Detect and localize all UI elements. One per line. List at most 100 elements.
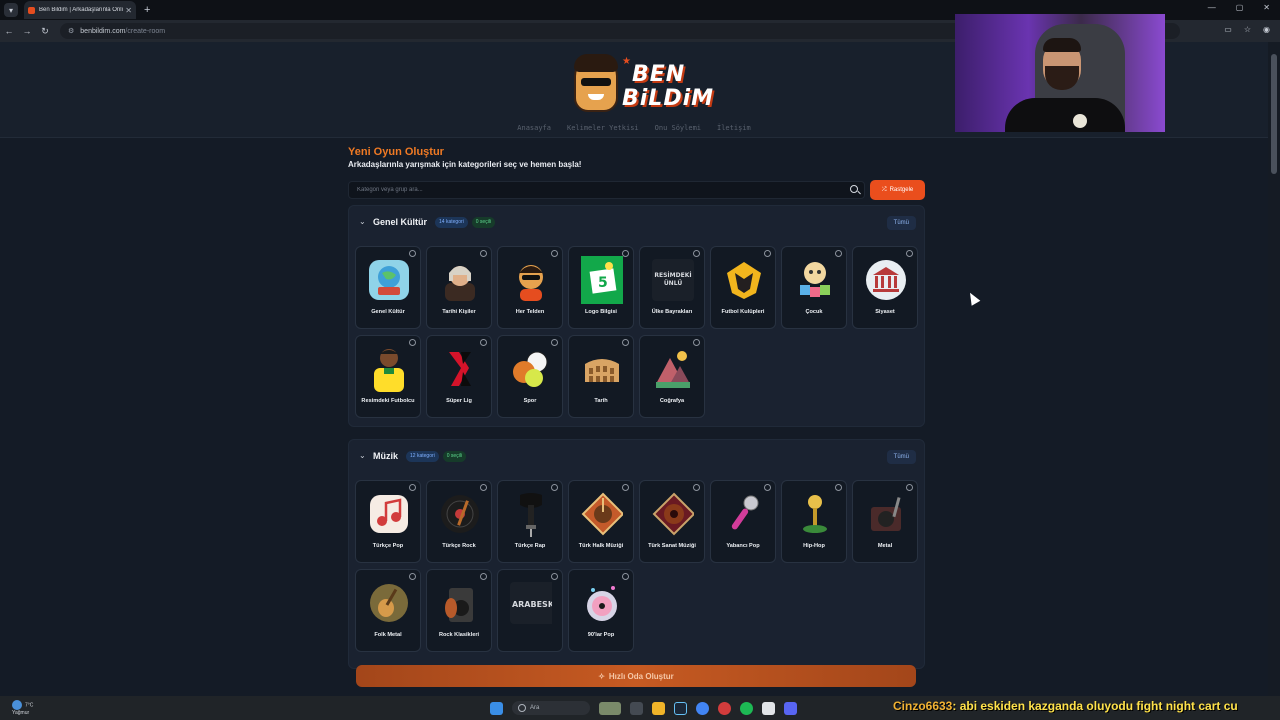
weather-widget[interactable]: 7°C Yağmur (12, 700, 33, 717)
category-card-tarih[interactable]: Tarih (568, 335, 634, 418)
select-radio[interactable] (835, 484, 842, 491)
category-card-türkçe-rap[interactable]: Türkçe Rap (497, 480, 563, 563)
logo-star-icon: ★ (622, 56, 631, 67)
microphone-icon (723, 493, 765, 535)
section-header[interactable]: ⌄ Müzik 12 kategori 0 seçili Tümü (349, 440, 926, 472)
mascot-icon (510, 259, 552, 301)
category-card-türkçe-pop[interactable]: Türkçe Pop (355, 480, 421, 563)
select-radio[interactable] (480, 339, 487, 346)
profile-icon[interactable]: ◉ (1263, 25, 1270, 34)
category-card-folk-metal[interactable]: Folk Metal (355, 569, 421, 652)
category-card-90-lar-pop[interactable]: 90'lar Pop (568, 569, 634, 652)
nav-link-words[interactable]: Kelimeler Yetkisi (567, 124, 639, 132)
nav-link-say[interactable]: Onu Söylemi (655, 124, 701, 132)
category-card-hip-hop[interactable]: Hip-Hop (781, 480, 847, 563)
category-card-süper-lig[interactable]: Süper Lig (426, 335, 492, 418)
task-view-icon[interactable] (630, 701, 643, 715)
steam-icon[interactable] (674, 701, 687, 715)
random-button[interactable]: ⤮ Rastgele (870, 180, 925, 200)
select-radio[interactable] (551, 339, 558, 346)
back-icon[interactable]: ← (0, 26, 18, 36)
select-radio[interactable] (409, 484, 416, 491)
category-card-metal[interactable]: Metal (852, 480, 918, 563)
cast-icon[interactable]: ▭ (1224, 25, 1232, 34)
select-all-button[interactable]: Tümü (886, 216, 916, 230)
search-icon[interactable] (850, 185, 858, 193)
select-radio[interactable] (764, 484, 771, 491)
site-info-icon[interactable]: ⚙ (68, 27, 74, 35)
category-card-her-telden[interactable]: Her Telden (497, 246, 563, 329)
category-card-türk-sanat-müziği[interactable]: Türk Sanat Müziği (639, 480, 705, 563)
select-radio[interactable] (693, 250, 700, 257)
quick-create-room-button[interactable]: ✧ Hızlı Oda Oluştur (356, 665, 916, 687)
select-radio[interactable] (622, 484, 629, 491)
select-radio[interactable] (409, 573, 416, 580)
select-radio[interactable] (906, 484, 913, 491)
select-radio[interactable] (622, 339, 629, 346)
select-radio[interactable] (480, 484, 487, 491)
reload-icon[interactable]: ↻ (36, 26, 54, 37)
select-radio[interactable] (622, 573, 629, 580)
nav-link-home[interactable]: Anasayfa (517, 124, 551, 132)
select-radio[interactable] (409, 339, 416, 346)
select-radio[interactable] (764, 250, 771, 257)
category-card-tarihi-kişiler[interactable]: Tarihi Kişiler (426, 246, 492, 329)
page-scrollbar[interactable] (1268, 42, 1280, 696)
category-search-input[interactable] (348, 181, 865, 199)
section-header[interactable]: ⌄ Genel Kültür 14 kategori 0 seçili Tümü (349, 206, 926, 238)
chevron-down-icon[interactable]: ⌄ (359, 452, 367, 460)
select-radio[interactable] (480, 250, 487, 257)
select-all-button[interactable]: Tümü (886, 450, 916, 464)
spotify-icon[interactable] (740, 701, 753, 715)
app-icon[interactable] (762, 701, 775, 715)
chevron-down-icon[interactable]: ⌄ (359, 218, 367, 226)
discord-icon[interactable] (784, 701, 797, 715)
file-explorer-icon[interactable] (652, 701, 665, 715)
select-radio[interactable] (551, 573, 558, 580)
select-radio[interactable] (551, 250, 558, 257)
new-tab-icon[interactable]: + (144, 4, 150, 16)
ben-bildim-logo[interactable]: ★ BEN BiLDiM (572, 50, 713, 116)
category-card-futbol-kulüpleri[interactable]: Futbol Kulüpleri (710, 246, 776, 329)
tab-menu-icon[interactable]: ▾ (4, 3, 18, 17)
category-card-türk-halk-müziği[interactable]: Türk Halk Müziği (568, 480, 634, 563)
maximize-icon[interactable]: ▢ (1236, 3, 1244, 12)
widgets-icon[interactable] (599, 701, 621, 715)
select-radio[interactable] (622, 250, 629, 257)
select-radio[interactable] (409, 250, 416, 257)
category-card-yabancı-pop[interactable]: Yabancı Pop (710, 480, 776, 563)
chrome-icon[interactable] (696, 701, 709, 715)
select-radio[interactable] (906, 250, 913, 257)
colosseum-icon (581, 348, 623, 390)
category-card-rock-klasikleri[interactable]: Rock Klasikleri (426, 569, 492, 652)
category-label: Resimdeki Futbolcu (361, 398, 415, 404)
category-card-çocuk[interactable]: Çocuk (781, 246, 847, 329)
category-card-logo-bilgisi[interactable]: 5 Logo Bilgisi (568, 246, 634, 329)
category-card-ülke-bayrakları[interactable]: RESİMDEKİ ÜNLÜ Ülke Bayrakları (639, 246, 705, 329)
obs-icon[interactable] (718, 701, 731, 715)
category-card-coğrafya[interactable]: Coğrafya (639, 335, 705, 418)
select-radio[interactable] (480, 573, 487, 580)
close-tab-icon[interactable]: ✕ (125, 6, 132, 15)
bookmark-star-icon[interactable]: ☆ (1244, 25, 1251, 34)
taskbar-search[interactable]: Ara (512, 701, 590, 715)
category-card-arabesk[interactable]: ARABESK (497, 569, 563, 652)
select-radio[interactable] (551, 484, 558, 491)
category-card-genel-kültür[interactable]: Genel Kültür (355, 246, 421, 329)
folk-guitar-icon (368, 582, 410, 624)
close-window-icon[interactable]: ✕ (1263, 3, 1270, 12)
select-radio[interactable] (693, 339, 700, 346)
nav-link-contact[interactable]: İletişim (717, 124, 751, 132)
scrollbar-thumb[interactable] (1271, 54, 1277, 174)
select-radio[interactable] (835, 250, 842, 257)
browser-tab[interactable]: Ben Bildim | Arkadaşlarınla Onli... ✕ (24, 1, 136, 19)
category-card-spor[interactable]: Spor (497, 335, 563, 418)
category-card-siyaset[interactable]: Siyaset (852, 246, 918, 329)
minimize-icon[interactable]: — (1208, 3, 1216, 12)
select-radio[interactable] (693, 484, 700, 491)
forward-icon[interactable]: → (18, 26, 36, 36)
category-card-türkçe-rock[interactable]: Türkçe Rock (426, 480, 492, 563)
historical-portrait-icon (439, 259, 481, 301)
category-card-resimdeki-futbolcu[interactable]: Resimdeki Futbolcu (355, 335, 421, 418)
windows-start-icon[interactable] (490, 701, 503, 715)
